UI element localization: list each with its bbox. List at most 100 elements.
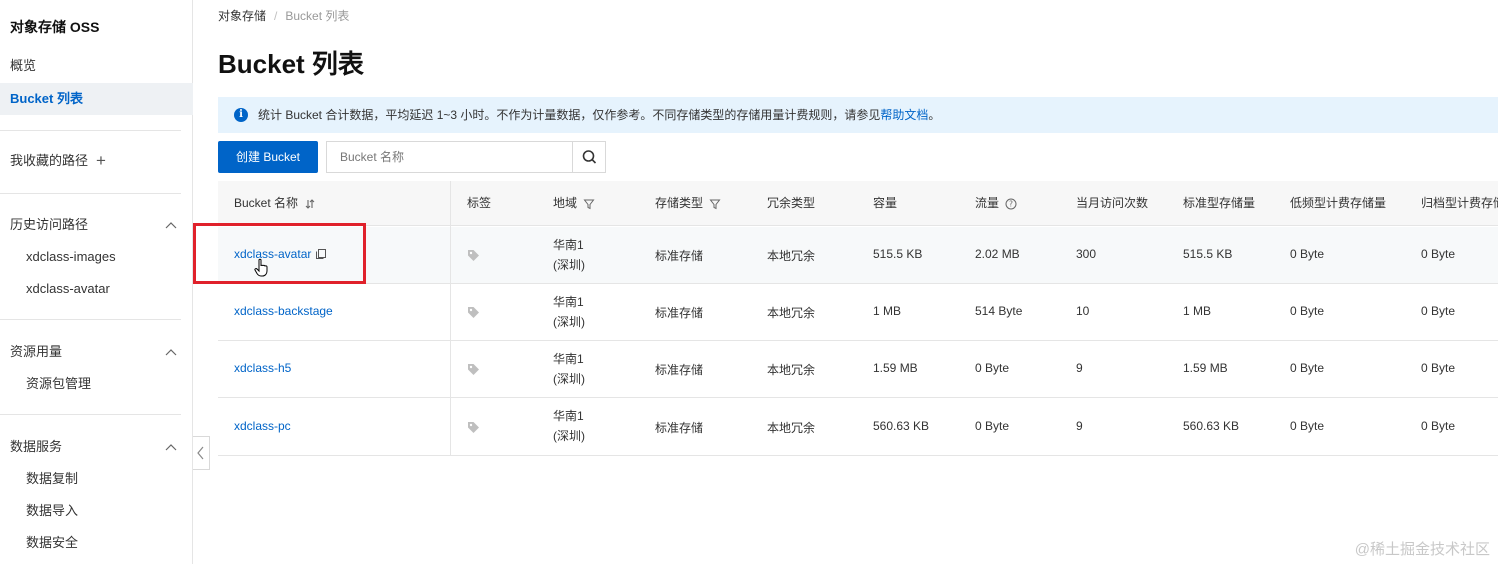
column-header-capacity: 容量: [873, 196, 898, 210]
column-header-monthly-requests: 当月访问次数: [1076, 196, 1149, 210]
monthly-requests-cell: 9: [1076, 419, 1083, 433]
capacity-cell: 1 MB: [873, 304, 902, 318]
traffic-cell: 2.02 MB: [975, 247, 1020, 261]
column-header-traffic-label: 流量: [975, 196, 1000, 210]
sort-icon[interactable]: [304, 198, 316, 210]
capacity-cell: 560.63 KB: [873, 419, 930, 433]
sidebar-history-item[interactable]: xdclass-images: [0, 241, 193, 273]
storage-class-cell: 标准存储: [655, 249, 704, 263]
hand-cursor-icon: [254, 258, 268, 277]
region-city: (深圳): [553, 315, 585, 329]
page-title: Bucket 列表: [218, 49, 364, 79]
bucket-name-link[interactable]: xdclass-h5: [234, 361, 291, 375]
column-header-name-label: Bucket 名称: [234, 196, 299, 210]
tag-icon[interactable]: [467, 421, 480, 434]
column-header-region[interactable]: 地域: [553, 181, 595, 226]
column-header-name[interactable]: Bucket 名称: [234, 181, 316, 226]
tag-icon[interactable]: [467, 249, 480, 262]
redundancy-cell: 本地冗余: [767, 421, 816, 435]
sidebar-group-resource[interactable]: 资源用量: [10, 340, 180, 364]
storage-class-cell: 标准存储: [655, 421, 704, 435]
add-favorite-icon[interactable]: +: [96, 149, 106, 173]
capacity-cell: 515.5 KB: [873, 247, 923, 261]
column-header-standard-storage: 标准型存储量: [1183, 196, 1256, 210]
column-header-region-label: 地域: [553, 196, 578, 210]
sidebar-group-history-label: 历史访问路径: [10, 217, 89, 232]
info-notice: 统计 Bucket 合计数据，平均延迟 1~3 小时。不作为计量数据，仅作参考。…: [218, 97, 1498, 133]
sidebar-favorites: 我收藏的路径 +: [10, 149, 180, 173]
sidebar-history-item[interactable]: xdclass-avatar: [0, 273, 193, 305]
column-header-storage-class[interactable]: 存储类型: [655, 181, 721, 226]
table-row: xdclass-pc 华南1 (深圳) 标准存储 本地冗余 560.63 KB 0…: [218, 398, 1498, 456]
breadcrumb: 对象存储 / Bucket 列表: [218, 7, 349, 24]
sidebar-item-package-management[interactable]: 资源包管理: [0, 368, 193, 400]
ia-storage-cell: 0 Byte: [1290, 419, 1325, 433]
sidebar-item-data-replication[interactable]: 数据复制: [0, 463, 193, 495]
standard-storage-cell: 560.63 KB: [1183, 419, 1240, 433]
archive-storage-cell: 0 Byte: [1421, 361, 1456, 375]
region-cell: 华南1 (深圳): [553, 349, 585, 389]
help-doc-link[interactable]: 帮助文档: [880, 108, 928, 122]
standard-storage-cell: 515.5 KB: [1183, 247, 1233, 261]
help-icon[interactable]: ?: [1005, 198, 1017, 210]
breadcrumb-separator: /: [274, 9, 278, 23]
column-header-archive-storage: 归档型计费存储: [1421, 196, 1498, 210]
chevron-up-icon[interactable]: [164, 340, 178, 364]
region-city: (深圳): [553, 429, 585, 443]
bucket-name-link[interactable]: xdclass-backstage: [234, 304, 333, 318]
info-icon: [234, 108, 248, 122]
filter-icon[interactable]: [709, 198, 721, 210]
column-header-tags: 标签: [467, 196, 492, 210]
bucket-search-input[interactable]: [327, 142, 573, 172]
traffic-cell: 0 Byte: [975, 361, 1010, 375]
ia-storage-cell: 0 Byte: [1290, 304, 1325, 318]
search-box: [326, 141, 606, 173]
sidebar-item-data-import[interactable]: 数据导入: [0, 495, 193, 527]
column-header-ia-storage: 低频型计费存储量: [1290, 196, 1387, 210]
chevron-left-icon: [197, 446, 204, 460]
storage-class-cell: 标准存储: [655, 363, 704, 377]
standard-storage-cell: 1.59 MB: [1183, 361, 1228, 375]
traffic-cell: 0 Byte: [975, 419, 1010, 433]
column-divider: [450, 181, 451, 456]
region-city: (深圳): [553, 258, 585, 272]
sidebar-item-data-security[interactable]: 数据安全: [0, 527, 193, 559]
table-row: xdclass-h5 华南1 (深圳) 标准存储 本地冗余 1.59 MB 0 B…: [218, 341, 1498, 398]
notice-text: 统计 Bucket 合计数据，平均延迟 1~3 小时。不作为计量数据，仅作参考。…: [258, 108, 881, 122]
region-name: 华南1: [553, 295, 584, 309]
standard-storage-cell: 1 MB: [1183, 304, 1212, 318]
sidebar-collapse-button[interactable]: [193, 436, 210, 470]
region-name: 华南1: [553, 352, 584, 366]
table-header: Bucket 名称 标签 地域 存储类型 冗余类型 容量 流量 ? 当月访问次数…: [218, 181, 1498, 226]
redundancy-cell: 本地冗余: [767, 306, 816, 320]
ia-storage-cell: 0 Byte: [1290, 361, 1325, 375]
sidebar-favorites-label: 我收藏的路径: [10, 153, 89, 168]
sidebar-divider: [0, 414, 181, 415]
sidebar-divider: [0, 130, 181, 131]
tag-icon[interactable]: [467, 363, 480, 376]
tag-icon[interactable]: [467, 306, 480, 319]
traffic-cell: 514 Byte: [975, 304, 1023, 318]
archive-storage-cell: 0 Byte: [1421, 419, 1456, 433]
sidebar-group-resource-label: 资源用量: [10, 344, 63, 359]
ia-storage-cell: 0 Byte: [1290, 247, 1325, 261]
chevron-up-icon[interactable]: [164, 213, 178, 237]
sidebar-item-overview[interactable]: 概览: [0, 50, 193, 82]
create-bucket-button[interactable]: 创建 Bucket: [218, 141, 318, 173]
sidebar-group-history[interactable]: 历史访问路径: [10, 213, 180, 237]
search-button[interactable]: [572, 142, 605, 172]
region-cell: 华南1 (深圳): [553, 406, 585, 446]
filter-icon[interactable]: [583, 198, 595, 210]
sidebar-divider: [0, 193, 181, 194]
region-cell: 华南1 (深圳): [553, 292, 585, 332]
breadcrumb-root[interactable]: 对象存储: [218, 9, 266, 23]
region-name: 华南1: [553, 238, 584, 252]
chevron-up-icon[interactable]: [164, 435, 178, 459]
sidebar: 对象存储 OSS 概览 Bucket 列表 我收藏的路径 + 历史访问路径 xdc…: [0, 0, 193, 564]
sidebar-group-data-service[interactable]: 数据服务: [10, 435, 180, 459]
monthly-requests-cell: 10: [1076, 304, 1090, 318]
bucket-name-link[interactable]: xdclass-pc: [234, 419, 291, 433]
archive-storage-cell: 0 Byte: [1421, 247, 1456, 261]
sidebar-item-bucket-list[interactable]: Bucket 列表: [0, 83, 193, 115]
storage-class-cell: 标准存储: [655, 306, 704, 320]
